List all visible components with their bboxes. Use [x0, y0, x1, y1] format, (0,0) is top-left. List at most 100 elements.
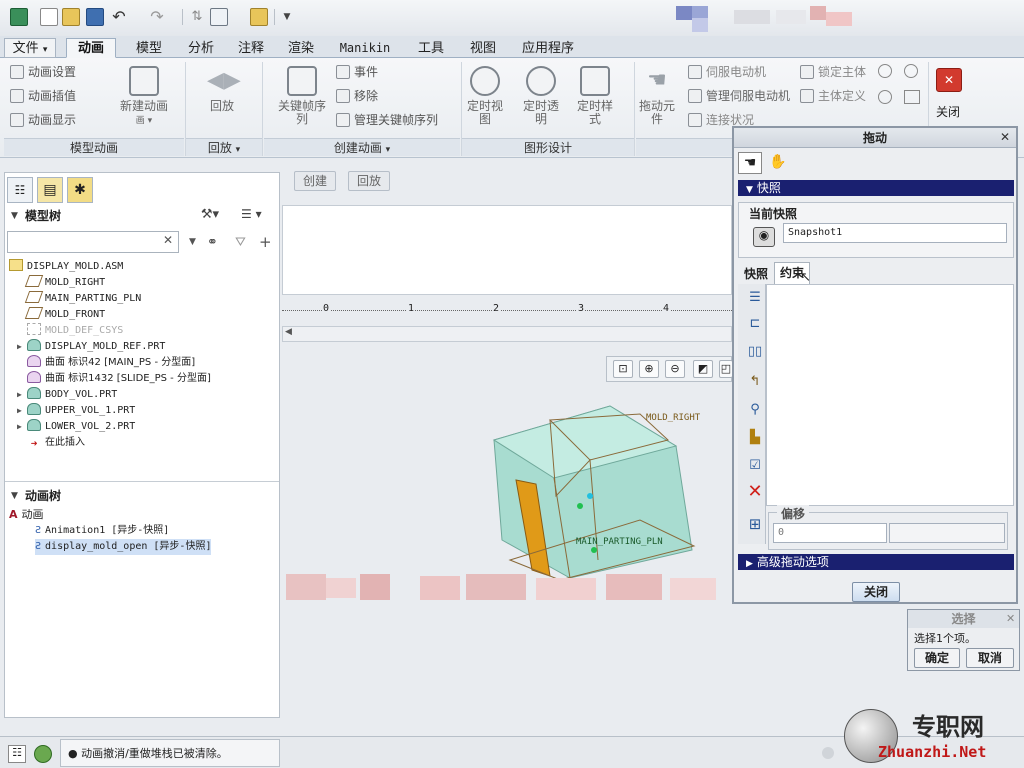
save-icon[interactable]	[86, 8, 104, 26]
status-globe-icon[interactable]	[34, 745, 52, 763]
body-body-lock-icon[interactable]: ▙	[744, 428, 766, 448]
keyframe-seq-button[interactable]: 关键帧序列	[276, 66, 328, 126]
tab-view[interactable]: 视图	[458, 38, 508, 58]
search-icon[interactable]	[878, 64, 892, 78]
snapshot-section-bar[interactable]: ▼ 快照	[738, 180, 1014, 196]
tree-item[interactable]: ▶ BODY_VOL.PRT	[17, 387, 117, 403]
regen-icon[interactable]: ⇅	[188, 8, 206, 26]
zoom-in-icon[interactable]: ⊕	[639, 360, 659, 378]
tab-animation[interactable]: 动画	[66, 38, 116, 58]
repaint-icon[interactable]: ◩	[693, 360, 713, 378]
tree-search-input[interactable]	[7, 231, 179, 253]
tree-item[interactable]: MOLD_RIGHT	[24, 275, 105, 291]
list-item[interactable]: Ƨ Animation1 [异步-快照]	[35, 523, 169, 539]
delete-icon[interactable]: ✕	[744, 482, 766, 502]
manage-servo-button[interactable]: 管理伺服电动机	[688, 86, 790, 106]
expand-icon[interactable]: ▶	[17, 419, 22, 435]
constraint-list[interactable]	[766, 284, 1014, 506]
tab-analysis[interactable]: 分析	[176, 38, 226, 58]
tree-item[interactable]: MOLD_DEF_CSYS	[27, 323, 123, 339]
drag-point-icon[interactable]: ☚	[738, 152, 762, 174]
drag-component-button[interactable]: ☚ 拖动元件	[638, 66, 676, 126]
take-snapshot-icon[interactable]: ◉	[753, 227, 775, 247]
enable-connection-icon[interactable]: ☑	[744, 456, 766, 476]
new-animation-button[interactable]: 新建动画画 ▾	[118, 66, 170, 128]
folder-icon[interactable]	[250, 8, 268, 26]
open-icon[interactable]	[62, 8, 80, 26]
dialog-close-icon[interactable]: ✕	[1000, 130, 1010, 144]
search-dropdown-icon[interactable]: ▼	[189, 237, 196, 247]
filter-icon[interactable]: ⛛	[235, 235, 246, 250]
tab-annotate[interactable]: 注释	[226, 38, 276, 58]
tab-model[interactable]: 模型	[124, 38, 174, 58]
create-button[interactable]: 创建	[294, 171, 337, 191]
ok-button[interactable]: 确定	[914, 648, 960, 668]
clear-search-icon[interactable]: ✕	[163, 233, 173, 247]
expand-icon[interactable]: ▶	[17, 387, 22, 403]
timed-style-button[interactable]: 定时样式	[576, 66, 614, 126]
orient-icon[interactable]: ▯▯	[744, 342, 766, 362]
anim-tree-root[interactable]: A 动画	[9, 507, 44, 523]
close-button-label[interactable]: 关闭	[936, 102, 960, 122]
timeline-scrollbar[interactable]: ◀	[282, 326, 732, 342]
app-icon[interactable]	[10, 8, 28, 26]
binoculars-icon[interactable]: ⚭	[207, 235, 218, 250]
favorites-tab[interactable]: ✱	[67, 177, 93, 203]
tree-item[interactable]: ▶ UPPER_VOL_1.PRT	[17, 403, 135, 419]
tab-render[interactable]: 渲染	[276, 38, 326, 58]
assemble-icon[interactable]: ⊞	[744, 514, 766, 534]
tree-tools-icon[interactable]: ⚒▾	[199, 207, 221, 225]
query-icon[interactable]	[878, 90, 892, 104]
anim-settings-button[interactable]: 动画设置	[10, 62, 76, 82]
align-icon[interactable]: ☰	[744, 288, 766, 308]
expand-icon[interactable]: ▶	[17, 403, 22, 419]
tree-item[interactable]: 曲面 标识42 [MAIN_PS - 分型面]	[27, 355, 195, 371]
zoom-out-icon[interactable]: ⊖	[665, 360, 685, 378]
expand-icon[interactable]: ▶	[17, 339, 22, 355]
tab-tools[interactable]: 工具	[406, 38, 456, 58]
tree-item[interactable]: 曲面 标识1432 [SLIDE_PS - 分型面]	[27, 371, 211, 387]
group-playback[interactable]: 回放 ▾	[186, 138, 262, 156]
tree-item[interactable]: MOLD_FRONT	[24, 307, 105, 323]
list-item-selected[interactable]: Ƨdisplay_mold_open [异步-快照]	[35, 539, 212, 555]
motion-axis-icon[interactable]: ↰	[744, 372, 766, 392]
manage-keyframe-seq-button[interactable]: 管理关键帧序列	[336, 110, 438, 130]
zoom-icon[interactable]	[904, 64, 918, 78]
tree-item[interactable]: ➜ 在此插入	[27, 435, 85, 451]
group-create-animation[interactable]: 创建动画 ▾	[264, 138, 460, 156]
tree-settings-icon[interactable]: ☰ ▾	[241, 207, 275, 225]
display-style-icon[interactable]: ◰	[719, 360, 733, 378]
snapshot-name-field[interactable]: Snapshot1	[783, 223, 1007, 243]
playback-timeline-button[interactable]: 回放	[348, 171, 391, 191]
tree-item[interactable]: MAIN_PARTING_PLN	[24, 291, 141, 307]
playback-button[interactable]: ◀▶ 回放	[196, 66, 248, 113]
anim-interp-button[interactable]: 动画插值	[10, 86, 76, 106]
redo-icon[interactable]: ↷	[148, 8, 166, 26]
status-tree-icon[interactable]: ☷	[8, 745, 26, 763]
body-definition-button[interactable]: 主体定义	[800, 86, 866, 106]
model-tree-tab[interactable]: ☷	[7, 177, 33, 203]
close-icon[interactable]: ✕	[936, 68, 962, 92]
tab-file[interactable]: 文件 ▾	[4, 38, 56, 58]
scroll-left-icon[interactable]: ◀	[285, 327, 292, 337]
timed-transparency-button[interactable]: 定时透明	[522, 66, 560, 126]
advanced-options-bar[interactable]: ▶ 高级拖动选项	[738, 554, 1014, 570]
offset-unit-field[interactable]	[889, 523, 1005, 543]
drag-body-icon[interactable]: ✋	[766, 152, 790, 174]
tree-item[interactable]: ▶ LOWER_VOL_2.PRT	[17, 419, 135, 435]
refit-icon[interactable]: ⊡	[613, 360, 633, 378]
tab-snapshots[interactable]: 快照	[738, 264, 774, 284]
select-close-icon[interactable]: ✕	[1006, 612, 1015, 625]
offset-input[interactable]: 0	[773, 523, 887, 543]
remove-button[interactable]: 移除	[336, 86, 378, 106]
tree-item[interactable]: DISPLAY_MOLD.ASM	[9, 259, 123, 275]
tab-manikin[interactable]: Manikin	[330, 38, 400, 58]
add-icon[interactable]: +	[259, 233, 272, 251]
lock-body-button[interactable]: 锁定主体	[800, 62, 866, 82]
customize-icon[interactable]: ▼	[278, 8, 296, 26]
event-button[interactable]: 事件	[336, 62, 378, 82]
new-icon[interactable]	[40, 8, 58, 26]
lock-drag-icon[interactable]: ⚲	[744, 400, 766, 420]
timeline-area[interactable]	[282, 205, 732, 295]
cancel-button[interactable]: 取消	[966, 648, 1014, 668]
